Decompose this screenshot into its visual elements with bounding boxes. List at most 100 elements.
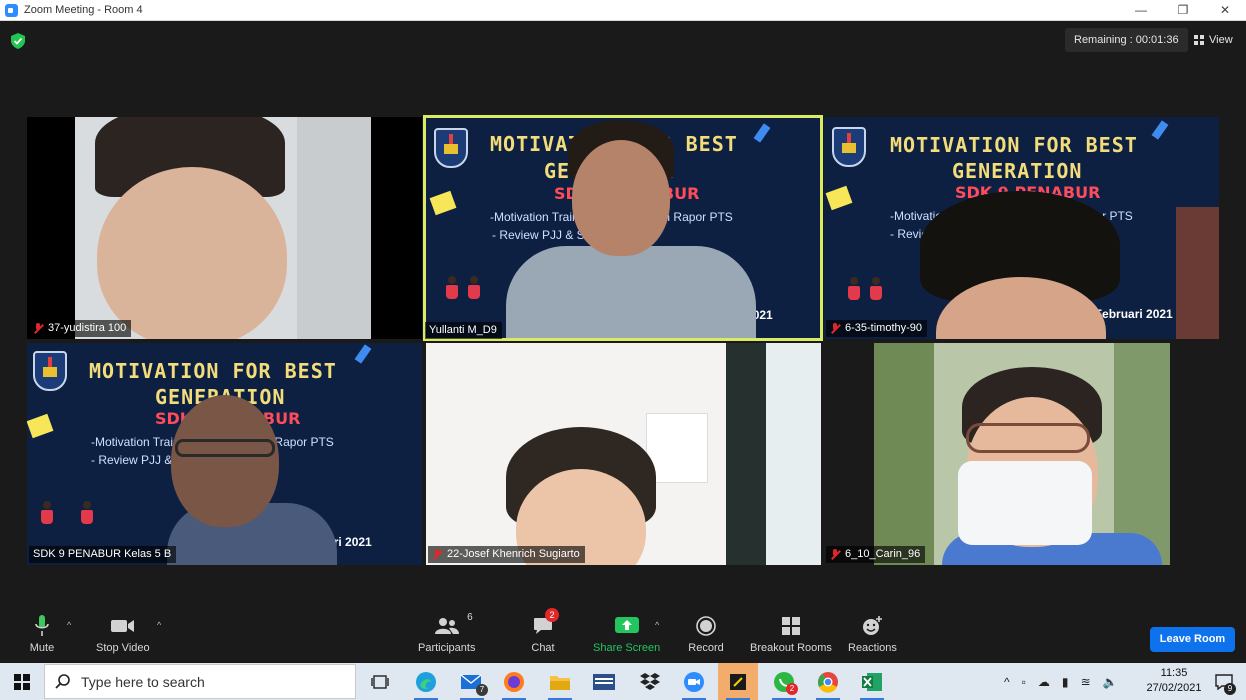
system-tray: ^ ▫ ☁ ▮ ≊ 🔈	[1004, 663, 1118, 700]
chat-label: Chat	[531, 642, 555, 654]
school-crest-icon	[33, 351, 67, 391]
windows-taskbar: Type here to search 7 2 ^ ▫ ☁ ▮ ≊ 🔈 11:3…	[0, 663, 1246, 700]
taskbar-search-box[interactable]: Type here to search	[44, 664, 356, 699]
face	[97, 167, 287, 339]
video-tile[interactable]: MOTIVATION FOR BEST GENERATION SDK 9 PEN…	[27, 343, 422, 565]
video-tile[interactable]: 6_10_Carin_96	[824, 343, 1219, 565]
task-view-icon[interactable]	[360, 663, 400, 700]
microphone-icon	[35, 615, 49, 636]
meet-now-icon[interactable]: ▫	[1022, 675, 1026, 689]
record-label: Record	[688, 642, 724, 654]
breakout-rooms-label: Breakout Rooms	[750, 642, 832, 654]
windows-logo-icon	[14, 673, 30, 690]
video-background	[297, 117, 371, 339]
close-button[interactable]: ✕	[1204, 0, 1246, 21]
meeting-controls: Mute ^ Stop Video ^ 6 Participants 2 Cha…	[0, 608, 1246, 663]
leave-room-button[interactable]: Leave Room	[1150, 627, 1235, 652]
reactions-button[interactable]: Reactions	[848, 614, 897, 654]
kite-decoration	[1151, 120, 1169, 140]
participants-icon	[434, 618, 459, 634]
start-button[interactable]	[0, 663, 44, 700]
grid-icon	[1194, 35, 1204, 45]
chat-button[interactable]: 2 Chat	[523, 608, 563, 654]
kite-decoration	[825, 185, 853, 211]
wifi-icon[interactable]: ≊	[1081, 675, 1091, 689]
file-explorer-icon[interactable]	[540, 663, 580, 700]
kid-illustration	[41, 501, 53, 533]
kite-decoration	[27, 413, 54, 439]
whatsapp-icon[interactable]: 2	[764, 663, 804, 700]
participant-nametag: 37-yudistira 100	[29, 320, 132, 337]
clock-date: 27/02/2021	[1146, 682, 1202, 694]
participant-name: 6-35-timothy-90	[845, 322, 923, 334]
zoom-app-icon	[5, 3, 18, 17]
view-button[interactable]: View	[1188, 28, 1239, 52]
video-camera-icon	[110, 620, 134, 632]
kite-decoration	[354, 344, 372, 364]
battery-icon[interactable]: ▮	[1062, 675, 1069, 689]
restore-button[interactable]: ❐	[1162, 0, 1204, 21]
participant-name: 37-yudistira 100	[48, 322, 127, 334]
firefox-icon[interactable]	[494, 663, 534, 700]
zoom-app-taskbar-icon[interactable]	[674, 663, 714, 700]
muted-mic-icon	[830, 549, 841, 560]
mail-icon[interactable]: 7	[452, 663, 492, 700]
muted-mic-icon	[830, 323, 841, 334]
edge-browser-icon[interactable]	[406, 663, 446, 700]
video-options-chevron-icon[interactable]: ^	[157, 620, 161, 630]
kid-illustration	[446, 276, 458, 308]
sticky-notes-icon[interactable]	[718, 663, 758, 700]
scanner-app-icon[interactable]	[584, 663, 624, 700]
dropbox-icon[interactable]	[630, 663, 670, 700]
participants-button[interactable]: 6 Participants	[418, 612, 475, 654]
notification-count: 9	[1224, 683, 1236, 695]
kid-illustration	[870, 277, 882, 309]
video-tile[interactable]: 37-yudistira 100	[27, 117, 422, 339]
notification-center-icon[interactable]: 9	[1204, 663, 1244, 700]
share-screen-label: Share Screen	[593, 642, 661, 654]
search-icon	[55, 673, 70, 689]
participant-nametag: Yullanti M_D9	[425, 322, 502, 339]
view-label: View	[1209, 34, 1233, 46]
tray-overflow-chevron-icon[interactable]: ^	[1004, 675, 1010, 689]
whatsapp-badge: 2	[786, 683, 798, 695]
taskbar-clock[interactable]: 11:35 27/02/2021	[1146, 666, 1202, 696]
onedrive-cloud-icon[interactable]: ☁	[1038, 675, 1050, 689]
audio-options-chevron-icon[interactable]: ^	[67, 620, 71, 630]
breakout-rooms-button[interactable]: Breakout Rooms	[750, 614, 832, 654]
share-screen-button[interactable]: Share Screen	[593, 614, 660, 654]
school-crest-icon	[434, 128, 468, 168]
search-placeholder: Type here to search	[81, 673, 205, 690]
share-options-chevron-icon[interactable]: ^	[655, 620, 659, 630]
record-icon	[696, 616, 716, 636]
video-tile[interactable]: 22-Josef Khenrich Sugiarto	[426, 343, 821, 565]
mute-button[interactable]: Mute	[22, 614, 62, 654]
participant-nametag: 6_10_Carin_96	[826, 546, 926, 563]
reactions-smiley-icon	[863, 616, 883, 635]
encryption-shield-icon[interactable]	[11, 33, 25, 49]
record-button[interactable]: Record	[686, 614, 726, 654]
volume-icon[interactable]: 🔈	[1103, 675, 1118, 689]
stop-video-button[interactable]: Stop Video	[96, 614, 150, 654]
clock-time: 11:35	[1160, 667, 1188, 679]
excel-icon[interactable]	[852, 663, 892, 700]
kite-decoration	[429, 190, 457, 216]
kid-illustration	[81, 501, 93, 533]
mute-label: Mute	[29, 642, 55, 654]
participant-name: Yullanti M_D9	[429, 324, 497, 336]
participant-name: SDK 9 PENABUR Kelas 5 B	[33, 548, 172, 560]
glasses	[966, 423, 1090, 453]
kid-illustration	[468, 276, 480, 308]
virtual-background-slide: MOTIVATION FOR BEST GENERATION SDK 9 PEN…	[27, 343, 422, 565]
room-background	[766, 343, 821, 565]
participant-nametag: SDK 9 PENABUR Kelas 5 B	[29, 546, 177, 563]
stop-video-label: Stop Video	[96, 642, 150, 654]
mail-badge: 7	[476, 684, 488, 696]
video-tile[interactable]: MOTIVATION FOR BEST GENERATION SDK 9 PEN…	[824, 117, 1219, 339]
share-screen-icon	[614, 617, 639, 633]
face-mask	[958, 461, 1092, 545]
minimize-button[interactable]: —	[1120, 0, 1162, 21]
chrome-icon[interactable]	[808, 663, 848, 700]
virtual-background-slide: MOTIVATION FOR BEST GENERATION SDK 9 PEN…	[426, 118, 820, 338]
video-tile-active-speaker[interactable]: MOTIVATION FOR BEST GENERATION SDK 9 PEN…	[423, 115, 823, 341]
